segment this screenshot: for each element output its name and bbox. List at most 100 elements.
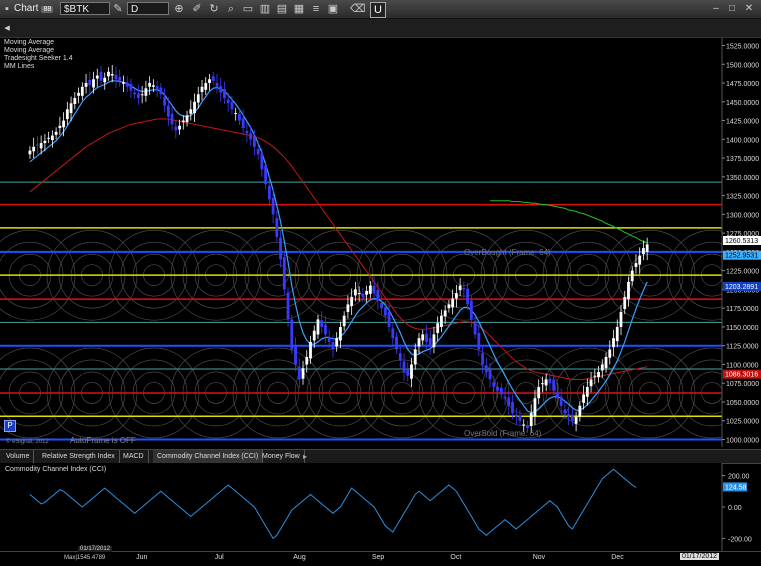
y-tick-label: 1150.0000 [726, 325, 759, 332]
candle-body [544, 379, 548, 386]
candle-body [181, 120, 185, 123]
candle-body [62, 120, 65, 128]
tab-rsi[interactable]: Relative Strength Index [38, 450, 120, 463]
candle-body [634, 263, 638, 267]
bar-chart-icon[interactable]: ▥ [258, 2, 272, 16]
candle-body [95, 75, 99, 79]
tab-money-flow[interactable]: Money Flow [258, 450, 305, 463]
candle-body [466, 288, 470, 305]
candle-body [458, 285, 462, 291]
ml-chart-icon[interactable]: ▦ [292, 2, 306, 16]
close-icon[interactable]: ✕ [743, 3, 755, 14]
candle-body [159, 87, 163, 95]
y-tick-label: 1225.0000 [726, 269, 759, 276]
candle-body [140, 94, 144, 96]
candle-body [271, 197, 275, 215]
candle-body [234, 113, 238, 115]
tab-macd[interactable]: MACD [119, 450, 149, 463]
cci-value-label: 124.58 [725, 484, 747, 491]
candle-body [443, 310, 447, 317]
candle-body [122, 82, 125, 84]
candle-body [290, 319, 294, 350]
candle-body [324, 324, 327, 335]
interval-input[interactable]: D [127, 2, 169, 15]
price-chart[interactable]: 1525.0000 1500.0000 1475.0000 1450.0000 1425… [0, 38, 761, 447]
chart-menu-icon[interactable]: ◂ [0, 21, 14, 35]
candle-body [488, 369, 492, 380]
candle-body [193, 101, 196, 114]
candle-body [144, 88, 148, 96]
study-tradesight-seeker: Tradesight Seeker 1.4 [4, 55, 73, 62]
symbol-input[interactable]: $BTK [60, 2, 110, 15]
cycle-icon[interactable]: ↻ [207, 2, 221, 16]
candle-body [294, 346, 297, 365]
candle-body [574, 416, 578, 424]
candle-body [208, 79, 211, 84]
magnify-icon[interactable]: ⌕ [224, 2, 238, 16]
candle-body [608, 349, 612, 358]
x-axis: JunJulAugSepOctNovDec2012 01/17/2012 Max… [0, 546, 761, 566]
maximize-icon[interactable]: □ [726, 3, 738, 14]
crosshair-icon[interactable]: ⊕ [172, 2, 186, 16]
candle-body [309, 341, 312, 359]
ruler-icon[interactable]: ▭ [241, 2, 255, 16]
candle-body [282, 257, 286, 290]
cci-tick-label: -200.00 [728, 536, 752, 543]
x-tick-label: Sep [371, 554, 385, 561]
toolbar-strip: ◂ [0, 19, 761, 38]
candle-body [114, 74, 118, 80]
candle-body [350, 296, 354, 306]
candle-body [604, 356, 608, 369]
candle-body [249, 133, 253, 140]
price-label: 1086.3016 [725, 372, 758, 379]
price-label: 1203.2891 [725, 284, 758, 291]
candle-body [440, 315, 443, 327]
tab-menu-icon[interactable]: ▸ [303, 450, 307, 463]
candle-body [133, 92, 137, 95]
u-icon[interactable]: U [370, 2, 386, 18]
candle-body [260, 153, 264, 170]
candle-body [39, 143, 43, 149]
candle-body [47, 137, 51, 139]
title-bar: ▪ Chart 88 $BTK ✎ D ⊕ ✐ ↻ ⌕ ▭ ▥ ▤ ▦ ≡ ▣ ⌫… [0, 0, 761, 19]
candle-body [305, 356, 309, 365]
candle-body [245, 131, 249, 134]
x-tick-label: Jun [136, 554, 148, 561]
candle-body [593, 375, 597, 377]
tab-cci[interactable]: Commodity Channel Index (CCI) [153, 450, 264, 463]
candle-body [612, 338, 615, 348]
study-moving-average-2: Moving Average [4, 47, 55, 54]
candle-body [219, 86, 223, 93]
candle-body [492, 382, 496, 387]
candle-body [563, 409, 567, 414]
edit-icon[interactable]: ✎ [111, 2, 125, 16]
candle-body [137, 93, 140, 99]
candle-body [645, 244, 649, 252]
candle-body [28, 150, 32, 155]
price-chart-svg: 1525.0000 1500.0000 1475.0000 1450.0000 1425… [0, 38, 761, 447]
x-tick-label: Dec [611, 554, 624, 561]
cci-svg: 200.00 0.00 -200.00 124.58 [0, 463, 752, 551]
candle-body [339, 326, 342, 341]
candle-body [462, 287, 466, 290]
p-button[interactable]: P [4, 420, 16, 432]
pencil-icon[interactable]: ✐ [190, 2, 204, 16]
candle-body [537, 386, 541, 399]
cci-panel[interactable]: 200.00 0.00 -200.00 124.58 Commodity Channe… [0, 463, 761, 551]
candle-body [368, 285, 372, 294]
list-icon[interactable]: ≡ [309, 2, 323, 16]
minimize-icon[interactable]: – [710, 3, 722, 14]
candle-body [555, 392, 559, 399]
plot-background [0, 38, 722, 447]
candle-body [107, 71, 110, 77]
candle-body [342, 315, 346, 327]
calendar-icon[interactable]: ▣ [326, 2, 340, 16]
candle-body [151, 85, 155, 87]
mini-chart-icon[interactable]: ▤ [275, 2, 289, 16]
eraser-icon[interactable]: ⌫ [350, 2, 366, 16]
candle-body [264, 165, 268, 185]
tab-volume[interactable]: Volume [2, 450, 35, 463]
candle-body [256, 149, 260, 155]
candle-body [638, 255, 642, 265]
candle-body [503, 396, 507, 399]
